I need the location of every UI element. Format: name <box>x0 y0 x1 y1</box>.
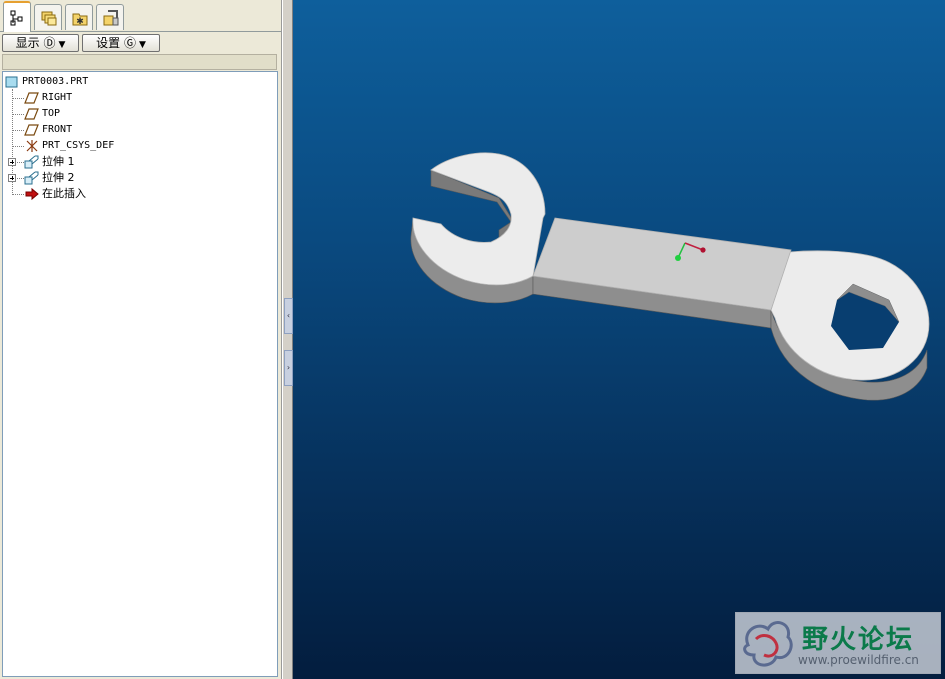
show-dropdown-button[interactable]: 显示 Ⓓ ▼ <box>2 34 79 52</box>
tree-item-front[interactable]: FRONT <box>24 122 224 138</box>
tree-item-insert-here[interactable]: 在此插入 <box>24 186 224 202</box>
tree-item-label: RIGHT <box>42 92 73 103</box>
watermark-url: www.proewildfire.cn <box>798 653 919 667</box>
datum-plane-icon <box>24 108 39 120</box>
tree-item-top[interactable]: TOP <box>24 106 224 122</box>
forum-logo-icon <box>743 621 793 667</box>
tab-model-tree[interactable] <box>3 1 31 32</box>
wrench-model[interactable] <box>293 0 945 679</box>
extrude-icon <box>24 155 39 169</box>
connections-icon <box>103 10 119 26</box>
show-dropdown-label: 显示 Ⓓ <box>15 36 56 50</box>
expand-toggle[interactable] <box>8 158 16 166</box>
tree-item-label: 拉伸 2 <box>42 171 75 184</box>
tab-connections[interactable] <box>96 4 124 30</box>
tree-connector <box>17 162 24 163</box>
tree-connector <box>12 194 24 195</box>
tree-item-label: FRONT <box>42 124 73 135</box>
tree-item-extrude-2[interactable]: 拉伸 2 <box>24 170 224 186</box>
graphics-viewport[interactable]: 野火论坛 www.proewildfire.cn <box>293 0 945 679</box>
tree-item-label: PRT0003.PRT <box>22 76 89 87</box>
extrude-icon <box>24 171 39 185</box>
datum-plane-icon <box>24 124 39 136</box>
settings-dropdown-button[interactable]: 设置 Ⓖ ▼ <box>82 34 160 52</box>
tree-item-csys[interactable]: PRT_CSYS_DEF <box>24 138 224 154</box>
settings-dropdown-label: 设置 Ⓖ <box>96 36 136 50</box>
tree-column-header <box>2 54 277 70</box>
tree-connector <box>12 114 24 115</box>
tree-item-right[interactable]: RIGHT <box>24 90 224 106</box>
collapse-left-icon[interactable]: ‹ <box>284 298 293 334</box>
tab-folder-browser[interactable] <box>34 4 62 30</box>
chevron-down-icon: ▼ <box>138 40 146 50</box>
model-tree-icon <box>10 10 23 26</box>
tree-connector <box>12 146 24 147</box>
expand-right-icon[interactable]: › <box>284 350 293 386</box>
csys-icon <box>26 140 38 152</box>
folder-browser-icon <box>41 11 57 26</box>
tree-connector <box>12 130 24 131</box>
tree-item-label: TOP <box>42 108 61 119</box>
expand-toggle[interactable] <box>8 174 16 182</box>
insert-here-arrow-icon <box>25 187 39 201</box>
datum-plane-icon <box>24 92 39 104</box>
tree-item-label: 拉伸 1 <box>42 155 75 168</box>
tree-item-label: PRT_CSYS_DEF <box>42 140 115 151</box>
navigator-tabstrip: ✱ <box>0 0 281 32</box>
navigator-panel: ✱ 显示 Ⓓ ▼ 设置 Ⓖ ▼ PRT0003.PRT RIGHT TOP FR… <box>0 0 282 679</box>
tree-connector <box>17 178 24 179</box>
panel-splitter[interactable]: ‹ › <box>282 0 293 679</box>
navigator-toolbar: 显示 Ⓓ ▼ 设置 Ⓖ ▼ <box>0 32 281 54</box>
tree-item-label: 在此插入 <box>42 187 86 200</box>
model-tree: PRT0003.PRT RIGHT TOP FRONT PRT_CSYS_DEF… <box>2 71 278 677</box>
tree-connector <box>12 98 24 99</box>
part-icon <box>5 76 18 88</box>
tab-favorites[interactable]: ✱ <box>65 4 93 30</box>
forum-watermark: 野火论坛 www.proewildfire.cn <box>735 612 941 674</box>
tree-item-root[interactable]: PRT0003.PRT <box>5 74 205 90</box>
watermark-title: 野火论坛 <box>802 625 915 655</box>
chevron-down-icon: ▼ <box>58 40 66 50</box>
svg-text:✱: ✱ <box>76 17 84 27</box>
favorites-icon: ✱ <box>72 13 88 27</box>
tree-item-extrude-1[interactable]: 拉伸 1 <box>24 154 224 170</box>
